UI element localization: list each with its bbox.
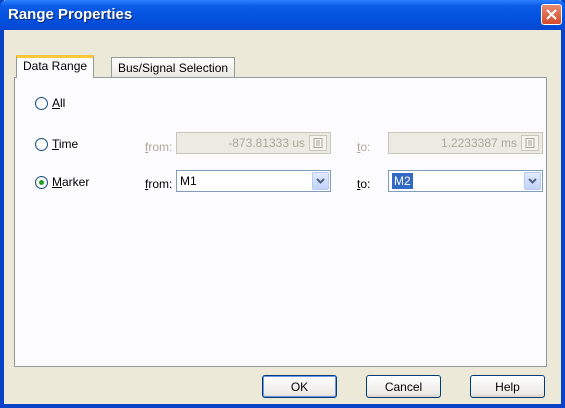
ok-button[interactable]: OK bbox=[262, 375, 337, 398]
time-to-value: 1.2233387 ms bbox=[440, 136, 517, 150]
radio-all-circle[interactable] bbox=[35, 96, 48, 110]
data-range-panel bbox=[14, 77, 547, 367]
tab-data-range-label: Data Range bbox=[23, 59, 88, 73]
calculator-icon bbox=[525, 138, 535, 148]
chevron-down-icon bbox=[316, 178, 325, 184]
time-from-label: from: bbox=[145, 140, 173, 154]
close-icon bbox=[546, 9, 557, 20]
time-from-value: -873.81333 us bbox=[228, 136, 305, 150]
time-from-calculator-button[interactable] bbox=[309, 135, 327, 151]
calculator-icon bbox=[313, 138, 323, 148]
marker-from-label: from: bbox=[145, 177, 173, 191]
marker-to-value: M2 bbox=[392, 173, 413, 189]
radio-all[interactable]: All bbox=[35, 96, 65, 110]
time-from-input[interactable]: -873.81333 us bbox=[176, 132, 331, 154]
radio-time-label: Time bbox=[52, 137, 79, 151]
radio-marker[interactable]: Marker bbox=[35, 175, 89, 189]
cancel-button[interactable]: Cancel bbox=[366, 375, 441, 398]
title-bar[interactable]: Range Properties bbox=[0, 0, 565, 30]
time-to-calculator-button[interactable] bbox=[521, 135, 539, 151]
radio-selected-dot bbox=[39, 179, 44, 185]
radio-time[interactable]: Time bbox=[35, 137, 78, 151]
tab-data-range[interactable]: Data Range bbox=[16, 55, 95, 78]
marker-to-select[interactable]: M2 bbox=[388, 170, 543, 192]
tab-bus-signal-selection[interactable]: Bus/Signal Selection bbox=[111, 57, 236, 78]
marker-from-dropdown-button[interactable] bbox=[312, 172, 329, 190]
radio-time-circle[interactable] bbox=[35, 137, 48, 151]
tab-bus-signal-selection-label: Bus/Signal Selection bbox=[118, 61, 229, 75]
close-button[interactable] bbox=[541, 4, 562, 25]
marker-from-value: M1 bbox=[180, 174, 197, 188]
marker-to-value-wrapper: M2 bbox=[389, 173, 524, 189]
marker-to-label: to: bbox=[357, 177, 371, 191]
radio-all-label: All bbox=[52, 96, 66, 110]
marker-from-select[interactable]: M1 bbox=[176, 170, 331, 192]
time-to-label: to: bbox=[357, 140, 371, 154]
radio-marker-label: Marker bbox=[52, 175, 90, 189]
time-to-input[interactable]: 1.2233387 ms bbox=[388, 132, 543, 154]
help-button[interactable]: Help bbox=[470, 375, 545, 398]
radio-marker-circle[interactable] bbox=[35, 175, 48, 189]
marker-to-dropdown-button[interactable] bbox=[524, 172, 541, 190]
window-title: Range Properties bbox=[8, 6, 133, 23]
chevron-down-icon bbox=[528, 178, 537, 184]
